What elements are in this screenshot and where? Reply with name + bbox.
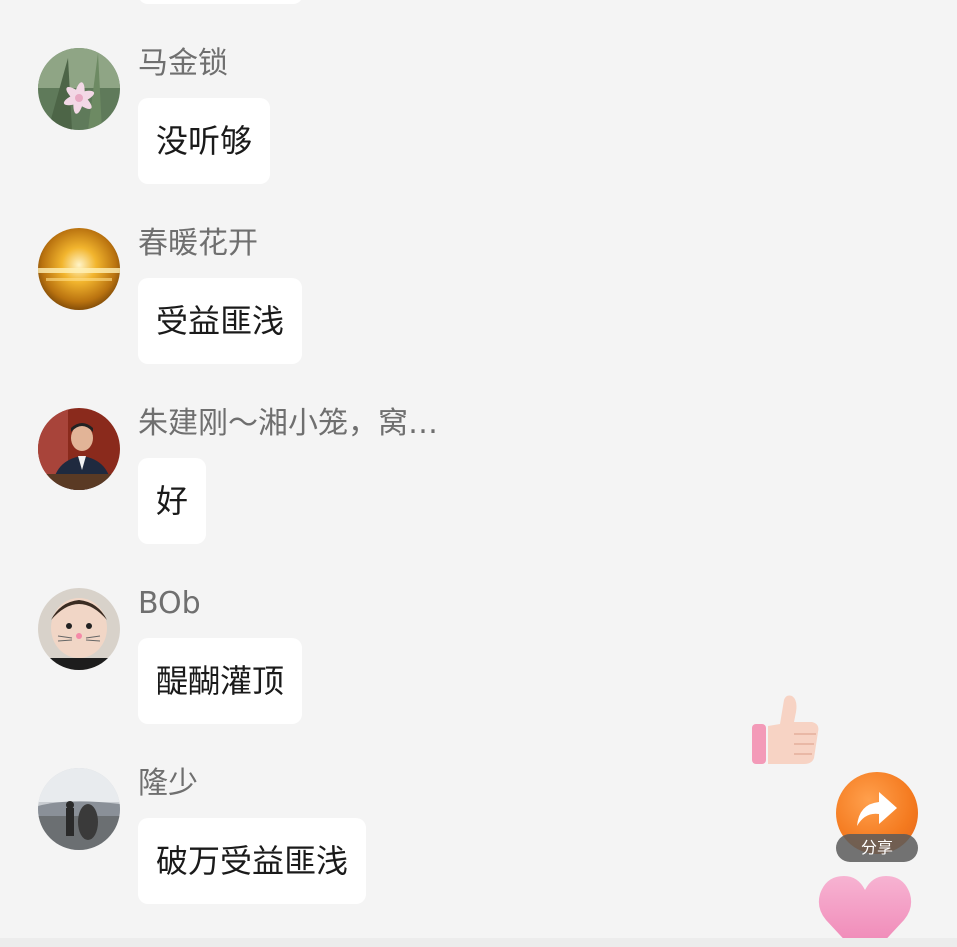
- comment-feed: 马金锁 没听够 春暖花开 受益匪浅 朱建刚～湘小笼，窝… 好 BOb 醍醐灌顶 …: [0, 0, 957, 947]
- message-bubble: 好: [138, 458, 207, 544]
- user-name: 朱建刚～湘小笼，窝…: [138, 406, 438, 441]
- share-label: 分享: [836, 834, 918, 862]
- user-name: 隆少: [138, 766, 198, 801]
- thumbs-up-icon[interactable]: [750, 694, 822, 770]
- previous-message-bubble: [138, 0, 303, 4]
- message-bubble: 醍醐灌顶: [138, 638, 303, 724]
- avatar[interactable]: [38, 588, 120, 670]
- user-name: 马金锁: [138, 46, 228, 81]
- avatar[interactable]: [38, 48, 120, 130]
- user-name: 春暖花开: [138, 226, 258, 261]
- user-name: BOb: [138, 586, 201, 621]
- message-bubble: 受益匪浅: [138, 278, 303, 364]
- avatar[interactable]: [38, 768, 120, 850]
- message-bubble: 没听够: [138, 98, 271, 184]
- message-bubble: 破万受益匪浅: [138, 818, 367, 904]
- share-button[interactable]: 分享: [836, 772, 918, 864]
- heart-icon[interactable]: [816, 872, 914, 947]
- avatar[interactable]: [38, 228, 120, 310]
- divider: [0, 938, 957, 947]
- avatar[interactable]: [38, 408, 120, 490]
